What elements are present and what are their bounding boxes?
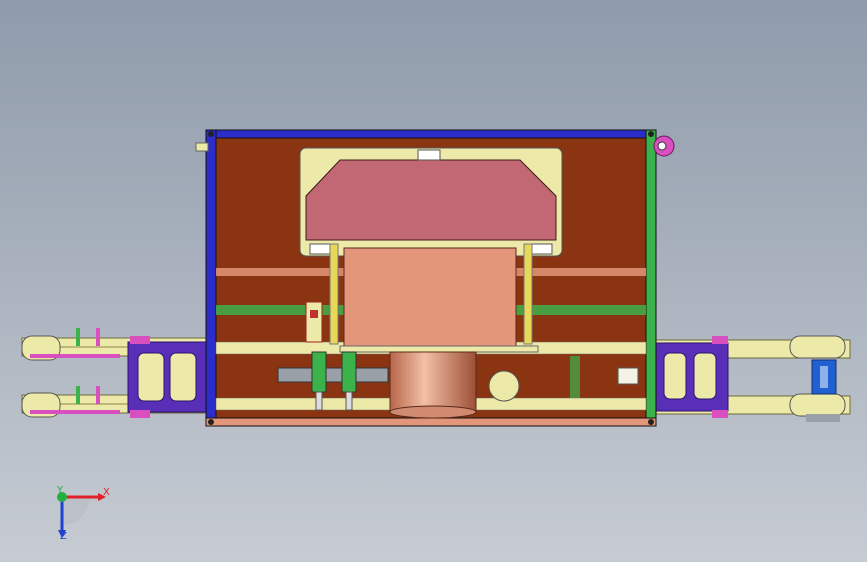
y-axis-label: Y bbox=[57, 485, 64, 496]
cad-viewport[interactable]: X Y Z bbox=[0, 0, 867, 562]
coordinate-triad bbox=[57, 492, 106, 538]
x-axis-label: X bbox=[103, 487, 110, 498]
z-axis-label: Z bbox=[60, 531, 67, 542]
